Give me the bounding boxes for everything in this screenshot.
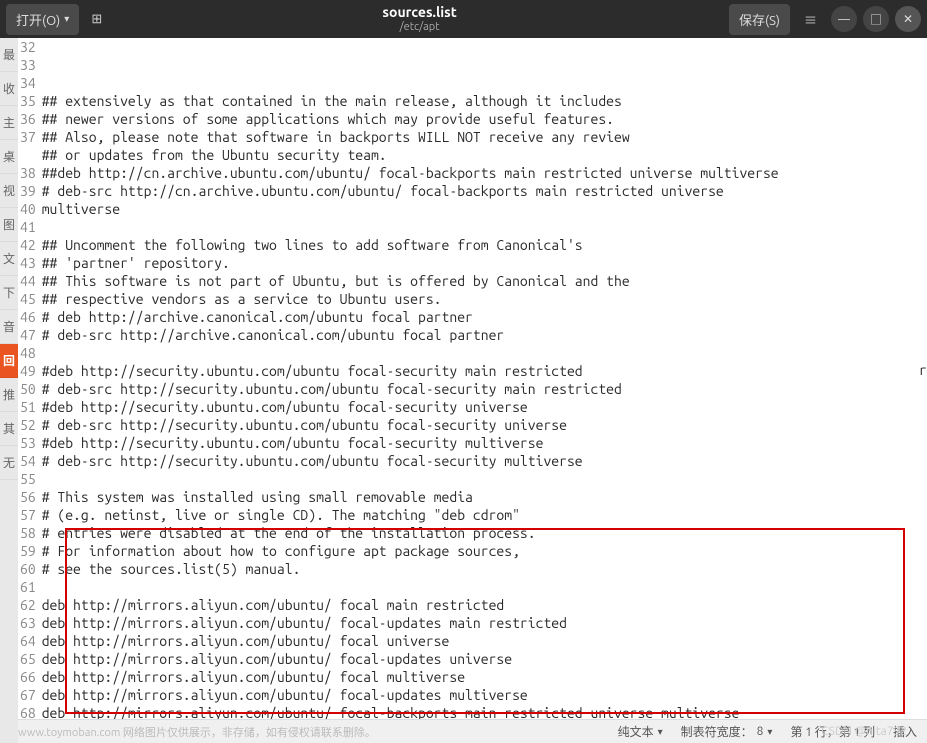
code-line[interactable]: ## newer versions of some applications w… (42, 110, 927, 128)
titlebar-center: sources.list /etc/apt (110, 5, 729, 32)
side-item[interactable]: 无 (0, 446, 18, 480)
save-button[interactable]: 保存(S) (729, 4, 790, 35)
code-line[interactable]: # deb-src http://archive.canonical.com/u… (42, 326, 927, 344)
code-line[interactable]: ## extensively as that contained in the … (42, 92, 927, 110)
code-line[interactable]: # entries were disabled at the end of th… (42, 524, 927, 542)
code-line-wrap[interactable]: multiverse (42, 200, 927, 218)
tab-width-label: 制表符宽度： (681, 723, 753, 740)
code-line[interactable]: ## This software is not part of Ubuntu, … (42, 272, 927, 290)
code-line[interactable]: deb http://mirrors.aliyun.com/ubuntu/ fo… (42, 596, 927, 614)
code-line[interactable]: deb http://mirrors.aliyun.com/ubuntu/ fo… (42, 614, 927, 632)
chevron-down-icon: ▾ (658, 726, 663, 738)
code-line[interactable]: # see the sources.list(5) manual. (42, 560, 927, 578)
code-line[interactable] (42, 470, 927, 488)
code-line[interactable] (42, 578, 927, 596)
side-item[interactable]: 图 (0, 208, 18, 242)
titlebar-left: 打开(O) ▾ ⊞ (6, 4, 110, 35)
side-item[interactable]: 下 (0, 276, 18, 310)
chevron-down-icon: ▾ (767, 726, 772, 738)
code-line[interactable]: #deb http://security.ubuntu.com/ubuntu f… (42, 398, 927, 416)
side-item[interactable]: 收 (0, 72, 18, 106)
maximize-button[interactable]: □ (863, 6, 889, 32)
side-item[interactable]: 桌 (0, 140, 18, 174)
code-line[interactable]: ## or updates from the Ubuntu security t… (42, 146, 927, 164)
chevron-down-icon: ▾ (64, 13, 69, 25)
code-line[interactable]: deb http://mirrors.aliyun.com/ubuntu/ fo… (42, 632, 927, 650)
side-item[interactable]: 最 (0, 38, 18, 72)
close-icon: ✕ (903, 12, 913, 26)
code-line[interactable]: ##deb http://cn.archive.ubuntu.com/ubunt… (42, 164, 927, 182)
code-line[interactable]: deb http://mirrors.aliyun.com/ubuntu/ fo… (42, 650, 927, 668)
save-button-label: 保存(S) (739, 10, 780, 29)
tab-width-value: 8 (757, 725, 764, 738)
watermark: CSDN @nita792 (821, 725, 907, 738)
editor[interactable]: 323334353637 383940414243444546474849505… (18, 38, 927, 719)
code-line[interactable]: # For information about how to configure… (42, 542, 927, 560)
code-line[interactable]: # deb-src http://cn.archive.ubuntu.com/u… (42, 182, 927, 200)
file-title: sources.list (110, 5, 729, 20)
code-line[interactable]: deb http://mirrors.aliyun.com/ubuntu/ fo… (42, 668, 927, 686)
code-line[interactable]: # deb-src http://security.ubuntu.com/ubu… (42, 452, 927, 470)
code-line[interactable]: #deb http://security.ubuntu.com/ubuntu f… (42, 434, 927, 452)
syntax-mode[interactable]: 纯文本 ▾ (618, 723, 663, 740)
code-line[interactable]: # This system was installed using small … (42, 488, 927, 506)
code-line[interactable]: ## Also, please note that software in ba… (42, 128, 927, 146)
code-line[interactable]: # (e.g. netinst, live or single CD). The… (42, 506, 927, 524)
code-line[interactable] (42, 344, 927, 362)
close-button[interactable]: ✕ (895, 6, 921, 32)
code-line[interactable]: ## 'partner' repository. (42, 254, 927, 272)
side-item[interactable]: 音 (0, 310, 18, 344)
code-line[interactable]: #deb http://security.ubuntu.com/ubuntu f… (42, 362, 927, 380)
code-line[interactable]: ## respective vendors as a service to Ub… (42, 290, 927, 308)
maximize-icon: □ (870, 11, 882, 28)
code-line[interactable]: deb http://mirrors.aliyun.com/ubuntu/ fo… (42, 704, 927, 719)
minimize-icon: — (838, 13, 850, 26)
code-line[interactable]: deb http://mirrors.aliyun.com/ubuntu/ fo… (42, 686, 927, 704)
line-number-gutter: 323334353637 383940414243444546474849505… (18, 38, 42, 719)
titlebar: 打开(O) ▾ ⊞ sources.list /etc/apt 保存(S) ≡ … (0, 0, 927, 38)
code-line[interactable]: # deb http://archive.canonical.com/ubunt… (42, 308, 927, 326)
code-line[interactable]: # deb-src http://security.ubuntu.com/ubu… (42, 380, 927, 398)
titlebar-right: 保存(S) ≡ — □ ✕ (729, 4, 921, 35)
open-button-label: 打开(O) (16, 10, 60, 29)
code-line[interactable]: # deb-src http://security.ubuntu.com/ubu… (42, 416, 927, 434)
syntax-mode-label: 纯文本 (618, 723, 654, 740)
code-line[interactable]: ## Uncomment the following two lines to … (42, 236, 927, 254)
open-button[interactable]: 打开(O) ▾ (6, 4, 79, 35)
new-tab-icon: ⊞ (91, 12, 102, 26)
partial-text-right-edge: rs (919, 362, 927, 378)
footer-disclaimer: www.toymoban.com 网络图片仅供展示，非存储，如有侵权请联系删除。 (18, 724, 376, 740)
side-activity-bar: 最收主桌视图文下音回推其无 (0, 38, 18, 743)
side-item[interactable]: 推 (0, 378, 18, 412)
side-item[interactable]: 主 (0, 106, 18, 140)
hamburger-menu-button[interactable]: ≡ (796, 4, 825, 35)
code-area[interactable]: ## extensively as that contained in the … (42, 38, 927, 719)
new-tab-button[interactable]: ⊞ (83, 6, 110, 33)
side-item[interactable]: 回 (0, 344, 18, 378)
side-item[interactable]: 视 (0, 174, 18, 208)
hamburger-icon: ≡ (804, 14, 817, 28)
side-item[interactable]: 文 (0, 242, 18, 276)
minimize-button[interactable]: — (831, 6, 857, 32)
side-item[interactable]: 其 (0, 412, 18, 446)
code-line[interactable] (42, 218, 927, 236)
file-path: /etc/apt (110, 21, 729, 33)
tab-width[interactable]: 制表符宽度： 8 ▾ (681, 723, 773, 740)
